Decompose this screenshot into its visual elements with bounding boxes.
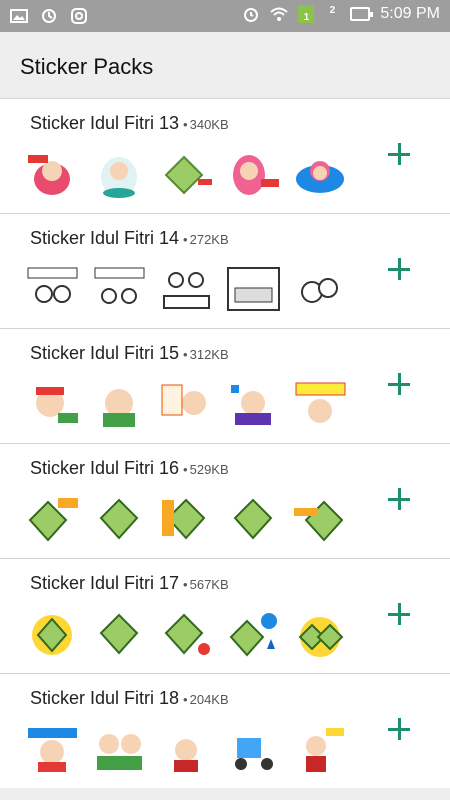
sticker-ketupat-icon — [164, 155, 212, 195]
sticker-sketch-rest-icon — [94, 267, 145, 304]
pack-size: 272KB — [189, 232, 229, 247]
sticker-sketch-greeting-icon — [27, 267, 78, 303]
instagram-icon — [71, 8, 87, 24]
sticker-boy-lets-go-icon — [306, 728, 344, 772]
pack-row[interactable]: Sticker Idul Fitri 17 • 567KB — [0, 558, 450, 673]
sticker-girl-fireworks-icon — [296, 161, 344, 193]
sticker-ketupat-yellow-icon — [32, 615, 72, 655]
pack-size: 567KB — [189, 577, 229, 592]
sticker-sketch-apology-icon — [301, 278, 338, 303]
sticker-ketupat-smile-icon — [99, 613, 139, 655]
app-bar: Sticker Packs — [0, 32, 450, 100]
status-time: 5:09 PM — [380, 5, 440, 22]
sticker-sketch-holiday-icon — [163, 272, 210, 309]
sticker-ketupat-cheer-icon — [233, 498, 273, 540]
sticker-sketch-traffic-icon — [227, 267, 280, 311]
add-pack-button[interactable] — [386, 371, 412, 397]
sticker-boy-greeting-icon — [161, 384, 206, 416]
sticker-previews — [24, 609, 349, 659]
pack-title: Sticker Idul Fitri 15 • 312KB — [30, 343, 229, 364]
wifi-icon — [270, 7, 289, 21]
sim1-label: 1 — [303, 12, 310, 23]
add-pack-button[interactable] — [386, 601, 412, 627]
sticker-previews — [24, 264, 349, 314]
sticker-boy-gifts-icon — [231, 385, 271, 425]
pack-name: Sticker Idul Fitri 16 — [30, 458, 180, 478]
sticker-previews — [24, 379, 349, 429]
sim2-label: 2 — [329, 5, 336, 16]
sticker-boy-banner-icon — [295, 382, 346, 423]
pack-size: 340KB — [189, 117, 229, 132]
pack-title: Sticker Idul Fitri 18 • 204KB — [30, 688, 229, 709]
pack-name: Sticker Idul Fitri 17 — [30, 573, 180, 593]
signal-1-icon: 1 — [298, 5, 315, 23]
sticker-previews — [24, 494, 349, 544]
pack-name: Sticker Idul Fitri 13 — [30, 113, 180, 133]
sticker-ketupat-bismillah-icon — [294, 500, 344, 542]
separator: • — [183, 347, 188, 362]
pack-title: Sticker Idul Fitri 13 • 340KB — [30, 113, 229, 134]
separator: • — [183, 117, 188, 132]
sticker-boy-banner-blue-icon — [28, 728, 77, 772]
sticker-girl-pink-hijab-icon — [233, 155, 279, 195]
sticker-ketupat-dance-icon — [99, 498, 139, 540]
pack-title: Sticker Idul Fitri 14 • 272KB — [30, 228, 229, 249]
sticker-girl-white-hijab-icon — [101, 157, 137, 198]
add-pack-button[interactable] — [386, 141, 412, 167]
gallery-icon — [10, 9, 28, 23]
sticker-pack-list: Sticker Idul Fitri 13 • 340KB Sticker Idul… — [0, 98, 450, 788]
add-pack-button[interactable] — [386, 256, 412, 282]
battery-icon — [350, 7, 374, 21]
sticker-ketupat-mudik-icon — [298, 617, 344, 657]
sticker-boy-greeting-red-icon — [174, 739, 198, 772]
pack-title: Sticker Idul Fitri 16 • 529KB — [30, 458, 229, 479]
add-pack-button[interactable] — [386, 716, 412, 742]
sticker-previews — [24, 724, 349, 774]
sticker-previews — [24, 149, 349, 199]
add-pack-button[interactable] — [386, 486, 412, 512]
separator: • — [183, 692, 188, 707]
pack-size: 204KB — [189, 692, 229, 707]
sticker-ketupat-hi-icon — [28, 498, 78, 542]
pack-row[interactable]: Sticker Idul Fitri 14 • 272KB — [0, 213, 450, 328]
pack-size: 312KB — [189, 347, 229, 362]
page-title: Sticker Packs — [20, 54, 154, 79]
sticker-boy-celebrate-icon — [103, 389, 135, 427]
pack-name: Sticker Idul Fitri 18 — [30, 688, 180, 708]
status-left-icons — [10, 7, 88, 25]
sync-icon — [42, 9, 56, 23]
status-right-icons: 1 2 5:09 PM — [242, 5, 440, 23]
sticker-girl-hijab-icon — [28, 155, 70, 195]
sticker-ketupat-eat-icon — [164, 613, 210, 655]
signal-2-icon: 2 — [324, 5, 340, 23]
status-bar: 1 2 5:09 PM — [0, 0, 450, 32]
pack-size: 529KB — [189, 462, 229, 477]
sticker-handshake-icon — [97, 734, 142, 770]
separator: • — [183, 232, 188, 247]
pack-name: Sticker Idul Fitri 14 — [30, 228, 180, 248]
pack-row[interactable]: Sticker Idul Fitri 13 • 340KB — [0, 98, 450, 213]
separator: • — [183, 462, 188, 477]
alarm-icon — [244, 8, 259, 22]
pack-row[interactable]: Sticker Idul Fitri 15 • 312KB — [0, 328, 450, 443]
pack-title: Sticker Idul Fitri 17 • 567KB — [30, 573, 229, 594]
pack-name: Sticker Idul Fitri 15 — [30, 343, 180, 363]
pack-row[interactable]: Sticker Idul Fitri 16 • 529KB — [0, 443, 450, 558]
pack-row[interactable]: Sticker Idul Fitri 18 • 204KB — [0, 673, 450, 788]
sticker-boy-cap-icon — [36, 387, 78, 423]
separator: • — [183, 577, 188, 592]
sticker-scooter-icon — [235, 738, 273, 770]
sticker-ketupat-laugh-icon — [162, 498, 206, 540]
sticker-ketupat-fireworks-icon — [229, 613, 277, 657]
